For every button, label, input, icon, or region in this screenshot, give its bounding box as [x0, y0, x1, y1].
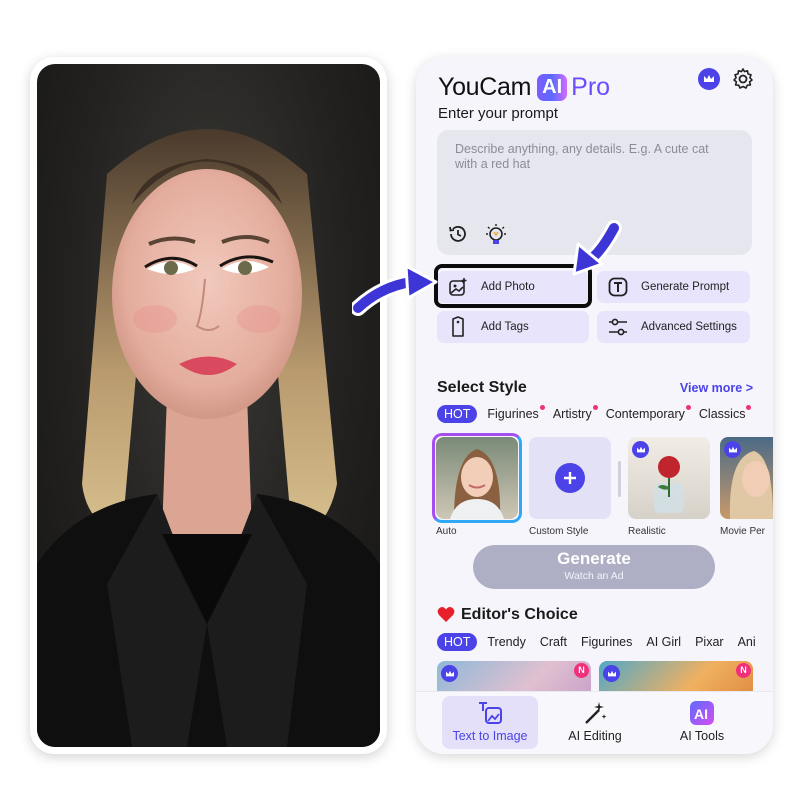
add-tags-label: Add Tags: [481, 321, 529, 333]
nav-ai-editing[interactable]: AI Editing: [547, 696, 643, 749]
style-card-movie[interactable]: [720, 437, 773, 519]
style-tab-figurines[interactable]: Figurines: [487, 405, 545, 421]
prompt-heading: Enter your prompt: [438, 105, 559, 122]
editor-tab-figurines[interactable]: Figurines: [581, 635, 632, 649]
nav-ai-tools[interactable]: AI AI Tools: [654, 696, 750, 749]
style-card-custom[interactable]: [529, 437, 611, 519]
style-scroll-divider: [618, 461, 621, 497]
text-t-icon: [608, 277, 628, 297]
image-add-icon: [449, 278, 467, 296]
style-card-auto[interactable]: [436, 437, 518, 519]
heart-icon: [437, 607, 455, 622]
ai-tools-icon: AI: [690, 701, 714, 725]
view-more-link[interactable]: View more >: [680, 381, 753, 395]
new-dot: [685, 405, 691, 410]
new-badge: N: [736, 663, 751, 678]
promo-canvas: YouCam AI Pro Enter your prompt Describe…: [0, 0, 800, 800]
premium-crown-badge: [724, 441, 741, 458]
style-label-custom: Custom Style: [529, 526, 589, 537]
portrait-illustration: [37, 129, 380, 747]
auto-style-thumbnail: [450, 449, 504, 519]
style-tab-artistry[interactable]: Artistry: [552, 405, 598, 421]
style-card-realistic[interactable]: [628, 437, 710, 519]
add-tags-button[interactable]: Add Tags: [437, 311, 589, 343]
portrait-photo: [37, 64, 380, 747]
premium-crown-badge: [441, 665, 458, 682]
crown-icon: [607, 670, 616, 676]
editor-tab-craft[interactable]: Craft: [540, 635, 567, 649]
style-tab-figurines-label: Figurines: [487, 407, 539, 421]
gear-icon[interactable]: [731, 67, 755, 91]
crown-icon: [704, 75, 714, 82]
style-tab-hot[interactable]: HOT: [437, 405, 478, 423]
style-tab-classics-label: Classics: [698, 407, 746, 421]
generate-button[interactable]: Generate Watch an Ad: [473, 545, 715, 589]
select-style-title: Select Style: [437, 379, 527, 396]
style-tabs: HOT Figurines Artistry Contemporary Clas…: [437, 405, 759, 423]
prompt-input[interactable]: Describe anything, any details. E.g. A c…: [437, 130, 752, 255]
premium-crown-badge: [603, 665, 620, 682]
nav-text-to-image[interactable]: Text to Image: [442, 696, 538, 749]
generate-prompt-button[interactable]: Generate Prompt: [597, 271, 750, 303]
style-tab-classics[interactable]: Classics: [698, 405, 752, 421]
generate-label: Generate: [557, 549, 631, 568]
style-tab-artistry-label: Artistry: [552, 407, 592, 421]
lightbulb-icon[interactable]: [485, 223, 507, 247]
advanced-settings-label: Advanced Settings: [641, 321, 737, 333]
editors-choice-title: Editor's Choice: [461, 606, 578, 623]
add-photo-button[interactable]: Add Photo: [437, 271, 589, 303]
logo-ai-badge: AI: [537, 73, 568, 101]
editor-tab-ani[interactable]: Ani: [738, 635, 756, 649]
style-label-auto: Auto: [436, 526, 457, 537]
portrait-photo-card: [30, 57, 387, 754]
magic-wand-icon: [585, 702, 607, 724]
sliders-icon: [609, 318, 627, 336]
nav-ai-editing-label: AI Editing: [568, 729, 622, 743]
editor-tab-trendy[interactable]: Trendy: [487, 635, 525, 649]
tag-icon: [452, 316, 464, 337]
bottom-navigation: Text to Image AI Editing AI AI Tools: [416, 691, 773, 754]
editor-tab-hot[interactable]: HOT: [437, 633, 478, 651]
logo-youcam: YouCam: [438, 72, 532, 101]
advanced-settings-button[interactable]: Advanced Settings: [597, 311, 750, 343]
style-tab-contemporary-label: Contemporary: [605, 407, 685, 421]
generate-sub-label: Watch an Ad: [564, 570, 624, 582]
nav-ai-tools-label: AI Tools: [679, 729, 725, 743]
premium-crown-badge: [632, 441, 649, 458]
prompt-placeholder: Describe anything, any details. E.g. A c…: [455, 142, 709, 171]
plus-icon: [564, 472, 576, 484]
text-to-image-icon: [479, 702, 502, 724]
style-label-realistic: Realistic: [628, 526, 666, 537]
crown-icon: [445, 670, 454, 676]
editor-tab-pixar[interactable]: Pixar: [695, 635, 723, 649]
premium-crown-button[interactable]: [698, 68, 720, 90]
new-dot: [592, 405, 598, 410]
nav-text-to-image-label: Text to Image: [452, 729, 528, 743]
crown-icon: [728, 446, 737, 452]
logo-pro: Pro: [571, 72, 611, 101]
new-dot: [539, 405, 545, 410]
editor-tab-ai-girl[interactable]: AI Girl: [646, 635, 681, 649]
history-icon[interactable]: [447, 223, 469, 245]
editors-choice-tabs: HOT Trendy Craft Figurines AI Girl Pixar…: [437, 633, 770, 651]
new-badge: N: [574, 663, 589, 678]
style-label-movie: Movie Per: [720, 526, 766, 537]
crown-icon: [636, 446, 645, 452]
add-photo-label: Add Photo: [481, 281, 535, 293]
generate-prompt-label: Generate Prompt: [641, 281, 730, 293]
new-dot: [746, 405, 752, 410]
phone-screen: YouCam AI Pro Enter your prompt Describe…: [416, 57, 773, 754]
svg-text:AI: AI: [694, 706, 708, 722]
style-tab-contemporary[interactable]: Contemporary: [605, 405, 691, 421]
